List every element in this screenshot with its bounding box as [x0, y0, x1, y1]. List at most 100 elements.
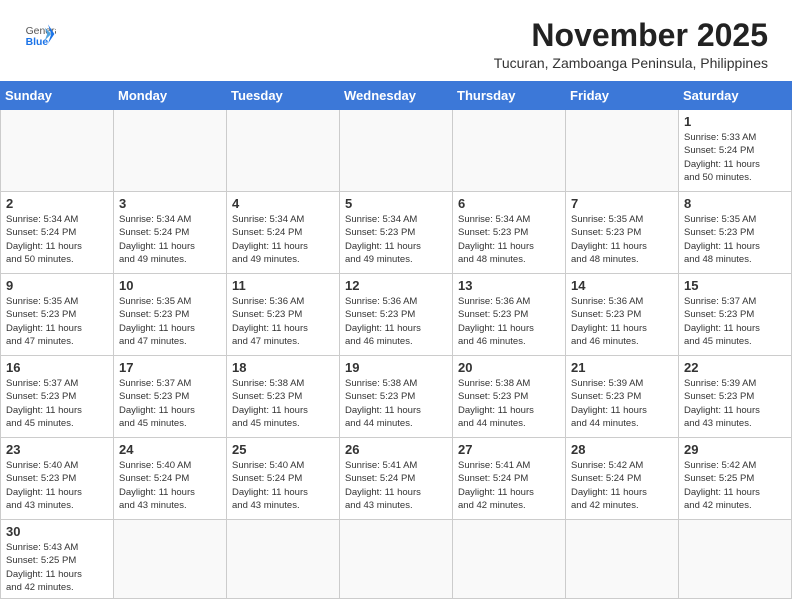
- day-number: 27: [458, 442, 560, 457]
- day-number: 20: [458, 360, 560, 375]
- day-number: 18: [232, 360, 334, 375]
- calendar-cell: 17Sunrise: 5:37 AM Sunset: 5:23 PM Dayli…: [114, 356, 227, 438]
- calendar-cell: 1 Sunrise: 5:33 AM Sunset: 5:24 PM Daylig…: [679, 110, 792, 192]
- day-number: 1: [684, 114, 786, 129]
- calendar-cell: 15 Sunrise: 5:37 AM Sunset: 5:23 PM Dayli…: [679, 274, 792, 356]
- day-number: 15: [684, 278, 786, 293]
- calendar-cell: [1, 110, 114, 192]
- day-number: 24: [119, 442, 221, 457]
- weekday-header-tuesday: Tuesday: [227, 82, 340, 110]
- day-info: Sunrise: 5:42 AM Sunset: 5:25 PM Dayligh…: [684, 459, 786, 512]
- day-number: 21: [571, 360, 673, 375]
- day-info: Sunrise: 5:39 AM Sunset: 5:23 PM Dayligh…: [571, 377, 673, 430]
- calendar-cell: 2Sunrise: 5:34 AM Sunset: 5:24 PM Daylig…: [1, 192, 114, 274]
- week-row-1: 2 Sunrise: 5:34 AM Sunset: 5:24 PM Daylig…: [1, 192, 792, 274]
- calendar-cell: 29 Sunrise: 5:42 AM Sunset: 5:25 PM Dayli…: [679, 438, 792, 520]
- day-info: Sunrise: 5:40 AM Sunset: 5:24 PM Dayligh…: [232, 459, 334, 512]
- logo-icon: General Blue: [24, 18, 56, 50]
- day-number: 16: [6, 360, 108, 375]
- day-number: 5: [345, 196, 447, 211]
- day-number: 10: [119, 278, 221, 293]
- calendar-cell: [114, 110, 227, 192]
- day-number: 22: [684, 360, 786, 375]
- page: General Blue November 2025 Tucuran, Zamb…: [0, 0, 792, 599]
- calendar-cell: [566, 520, 679, 599]
- calendar-cell: 3Sunrise: 5:34 AM Sunset: 5:24 PM Daylig…: [114, 192, 227, 274]
- day-info: Sunrise: 5:38 AM Sunset: 5:23 PM Dayligh…: [232, 377, 334, 430]
- weekday-header-sunday: Sunday: [1, 82, 114, 110]
- calendar-cell: 16 Sunrise: 5:37 AM Sunset: 5:23 PM Dayli…: [1, 356, 114, 438]
- calendar-cell: [227, 110, 340, 192]
- week-row-0: 1 Sunrise: 5:33 AM Sunset: 5:24 PM Daylig…: [1, 110, 792, 192]
- calendar-cell: 14 Sunrise: 5:36 AM Sunset: 5:23 PM Dayli…: [566, 274, 679, 356]
- day-number: 4: [232, 196, 334, 211]
- subtitle: Tucuran, Zamboanga Peninsula, Philippine…: [494, 55, 768, 71]
- calendar-cell: 18 Sunrise: 5:38 AM Sunset: 5:23 PM Dayli…: [227, 356, 340, 438]
- day-info: Sunrise: 5:41 AM Sunset: 5:24 PM Dayligh…: [345, 459, 447, 512]
- day-number: 23: [6, 442, 108, 457]
- week-row-3: 16 Sunrise: 5:37 AM Sunset: 5:23 PM Dayli…: [1, 356, 792, 438]
- day-info: Sunrise: 5:36 AM Sunset: 5:23 PM Dayligh…: [345, 295, 447, 348]
- calendar-cell: 28Sunrise: 5:42 AM Sunset: 5:24 PM Dayli…: [566, 438, 679, 520]
- day-number: 11: [232, 278, 334, 293]
- calendar-cell: 25 Sunrise: 5:40 AM Sunset: 5:24 PM Dayli…: [227, 438, 340, 520]
- svg-text:Blue: Blue: [26, 37, 49, 48]
- day-info: Sunrise: 5:36 AM Sunset: 5:23 PM Dayligh…: [458, 295, 560, 348]
- weekday-header-monday: Monday: [114, 82, 227, 110]
- day-info: Sunrise: 5:35 AM Sunset: 5:23 PM Dayligh…: [684, 213, 786, 266]
- calendar-cell: 21 Sunrise: 5:39 AM Sunset: 5:23 PM Dayli…: [566, 356, 679, 438]
- day-info: Sunrise: 5:35 AM Sunset: 5:23 PM Dayligh…: [119, 295, 221, 348]
- month-title: November 2025: [494, 18, 768, 53]
- day-info: Sunrise: 5:38 AM Sunset: 5:23 PM Dayligh…: [458, 377, 560, 430]
- day-number: 3: [119, 196, 221, 211]
- day-number: 30: [6, 524, 108, 539]
- calendar-cell: 19 Sunrise: 5:38 AM Sunset: 5:23 PM Dayli…: [340, 356, 453, 438]
- day-info: Sunrise: 5:39 AM Sunset: 5:23 PM Dayligh…: [684, 377, 786, 430]
- calendar-cell: [114, 520, 227, 599]
- calendar-cell: 6Sunrise: 5:34 AM Sunset: 5:23 PM Daylig…: [453, 192, 566, 274]
- day-number: 2: [6, 196, 108, 211]
- week-row-5: 30Sunrise: 5:43 AM Sunset: 5:25 PM Dayli…: [1, 520, 792, 599]
- weekday-header-wednesday: Wednesday: [340, 82, 453, 110]
- calendar-cell: 26 Sunrise: 5:41 AM Sunset: 5:24 PM Dayli…: [340, 438, 453, 520]
- day-info: Sunrise: 5:35 AM Sunset: 5:23 PM Dayligh…: [571, 213, 673, 266]
- day-info: Sunrise: 5:34 AM Sunset: 5:23 PM Dayligh…: [345, 213, 447, 266]
- day-number: 26: [345, 442, 447, 457]
- header: General Blue November 2025 Tucuran, Zamb…: [0, 0, 792, 81]
- day-info: Sunrise: 5:36 AM Sunset: 5:23 PM Dayligh…: [232, 295, 334, 348]
- calendar-cell: 5 Sunrise: 5:34 AM Sunset: 5:23 PM Daylig…: [340, 192, 453, 274]
- day-number: 25: [232, 442, 334, 457]
- title-block: November 2025 Tucuran, Zamboanga Peninsu…: [494, 18, 768, 71]
- day-info: Sunrise: 5:36 AM Sunset: 5:23 PM Dayligh…: [571, 295, 673, 348]
- calendar-cell: 13Sunrise: 5:36 AM Sunset: 5:23 PM Dayli…: [453, 274, 566, 356]
- calendar-cell: [453, 110, 566, 192]
- calendar-table: SundayMondayTuesdayWednesdayThursdayFrid…: [0, 81, 792, 599]
- calendar-cell: 20 Sunrise: 5:38 AM Sunset: 5:23 PM Dayli…: [453, 356, 566, 438]
- week-row-4: 23Sunrise: 5:40 AM Sunset: 5:23 PM Dayli…: [1, 438, 792, 520]
- calendar-cell: 7 Sunrise: 5:35 AM Sunset: 5:23 PM Daylig…: [566, 192, 679, 274]
- weekday-header-row: SundayMondayTuesdayWednesdayThursdayFrid…: [1, 82, 792, 110]
- calendar-cell: 10 Sunrise: 5:35 AM Sunset: 5:23 PM Dayli…: [114, 274, 227, 356]
- calendar-cell: [453, 520, 566, 599]
- day-number: 14: [571, 278, 673, 293]
- day-info: Sunrise: 5:37 AM Sunset: 5:23 PM Dayligh…: [6, 377, 108, 430]
- day-info: Sunrise: 5:40 AM Sunset: 5:24 PM Dayligh…: [119, 459, 221, 512]
- day-info: Sunrise: 5:38 AM Sunset: 5:23 PM Dayligh…: [345, 377, 447, 430]
- calendar-cell: 11 Sunrise: 5:36 AM Sunset: 5:23 PM Dayli…: [227, 274, 340, 356]
- weekday-header-saturday: Saturday: [679, 82, 792, 110]
- day-info: Sunrise: 5:35 AM Sunset: 5:23 PM Dayligh…: [6, 295, 108, 348]
- day-number: 7: [571, 196, 673, 211]
- day-info: Sunrise: 5:37 AM Sunset: 5:23 PM Dayligh…: [119, 377, 221, 430]
- weekday-header-friday: Friday: [566, 82, 679, 110]
- day-info: Sunrise: 5:34 AM Sunset: 5:24 PM Dayligh…: [232, 213, 334, 266]
- day-info: Sunrise: 5:37 AM Sunset: 5:23 PM Dayligh…: [684, 295, 786, 348]
- calendar-cell: 22 Sunrise: 5:39 AM Sunset: 5:23 PM Dayli…: [679, 356, 792, 438]
- day-info: Sunrise: 5:33 AM Sunset: 5:24 PM Dayligh…: [684, 131, 786, 184]
- day-number: 29: [684, 442, 786, 457]
- calendar-cell: 24 Sunrise: 5:40 AM Sunset: 5:24 PM Dayli…: [114, 438, 227, 520]
- day-number: 19: [345, 360, 447, 375]
- calendar-cell: 4 Sunrise: 5:34 AM Sunset: 5:24 PM Daylig…: [227, 192, 340, 274]
- day-info: Sunrise: 5:41 AM Sunset: 5:24 PM Dayligh…: [458, 459, 560, 512]
- calendar-cell: [227, 520, 340, 599]
- calendar-cell: [679, 520, 792, 599]
